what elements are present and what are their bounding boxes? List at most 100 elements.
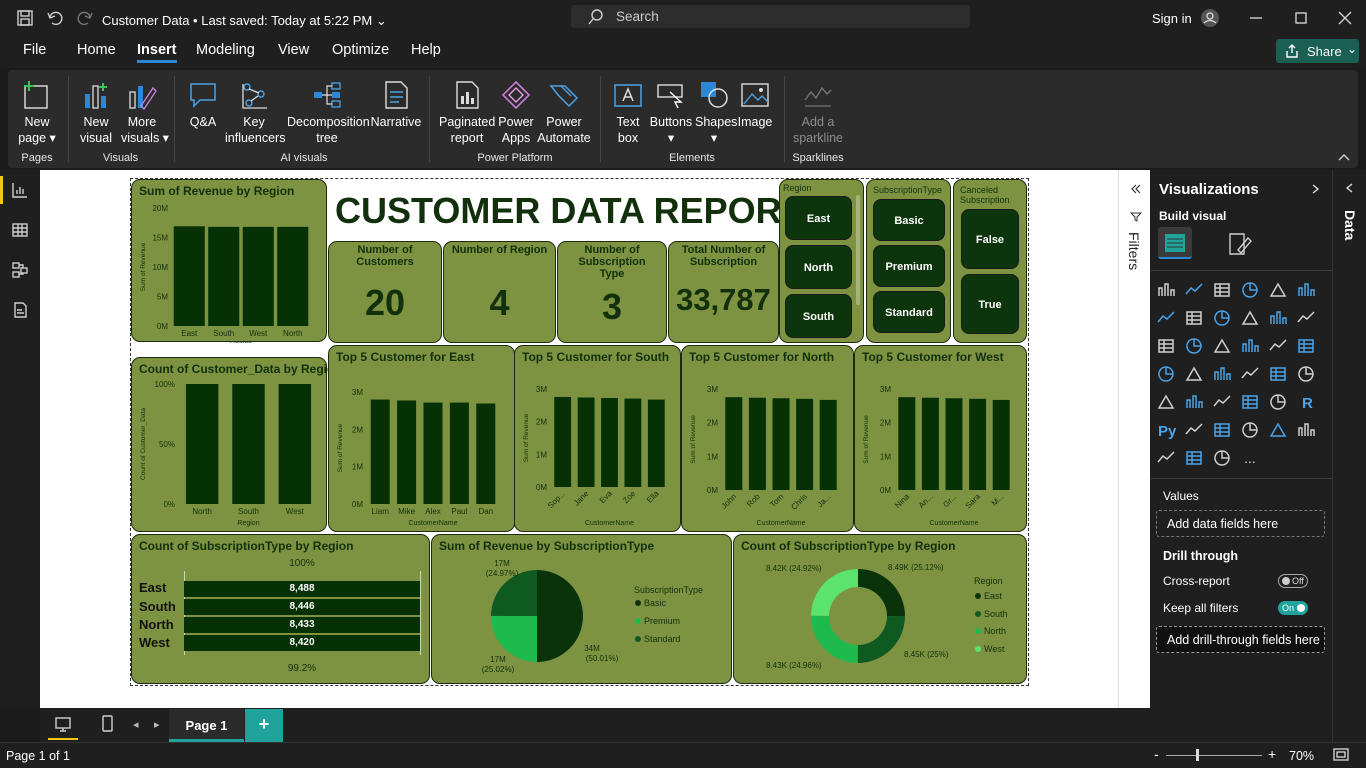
visual-type-icon[interactable] xyxy=(1241,367,1259,379)
visual-type-icon[interactable] xyxy=(1186,451,1202,465)
visual-type-icon[interactable] xyxy=(1242,339,1259,352)
visual-type-icon[interactable] xyxy=(1298,366,1314,382)
bar[interactable] xyxy=(242,226,274,326)
bar[interactable] xyxy=(624,398,642,487)
canceled-subscription-slicer[interactable]: Canceled Subscription False True xyxy=(953,179,1027,343)
share-button[interactable]: Share ⌄ xyxy=(1276,39,1359,63)
image-button[interactable]: Image xyxy=(737,78,773,148)
scroll-left-icon[interactable]: ◂ xyxy=(133,718,139,731)
donut-slice-north[interactable] xyxy=(811,615,858,663)
visual-type-icon[interactable] xyxy=(1186,395,1203,408)
power-automate-button[interactable]: Power Automate xyxy=(537,78,591,148)
filters-label[interactable]: Filters xyxy=(1126,232,1142,270)
zoom-slider-thumb[interactable] xyxy=(1196,749,1199,761)
bar[interactable] xyxy=(898,397,916,490)
slicer-item-standard[interactable]: Standard xyxy=(873,291,945,333)
sign-in-link[interactable]: Sign in xyxy=(1152,11,1192,26)
legend-item[interactable]: South xyxy=(984,609,1008,619)
bar[interactable] xyxy=(992,399,1010,490)
visual-type-icon[interactable] xyxy=(1242,422,1258,438)
buttons-button[interactable]: Buttons ▾ xyxy=(649,78,693,148)
dax-query-view-icon[interactable] xyxy=(11,301,29,319)
pie-slice-basic[interactable] xyxy=(536,570,583,662)
paginated-report-button[interactable]: Paginated report xyxy=(439,78,495,148)
power-apps-button[interactable]: Power Apps xyxy=(497,78,535,148)
slicer-item-premium[interactable]: Premium xyxy=(873,245,945,287)
revenue-by-subscription-card[interactable]: Sum of Revenue by SubscriptionType 17M (… xyxy=(431,534,732,684)
legend-item[interactable]: North xyxy=(984,626,1006,636)
drill-through-field-well[interactable]: Add drill-through fields here xyxy=(1156,626,1325,653)
collapse-ribbon-icon[interactable] xyxy=(1337,150,1351,164)
bar-north[interactable]: 8,433 xyxy=(184,617,420,633)
menu-file[interactable]: File xyxy=(23,42,46,58)
model-view-icon[interactable] xyxy=(11,261,29,279)
top5-west-card[interactable]: Top 5 Customer for West 0M 1M 2M 3M Nina An..… xyxy=(854,345,1027,532)
visual-type-icon[interactable] xyxy=(1269,282,1287,297)
desktop-layout-button[interactable] xyxy=(48,710,78,740)
format-visual-icon[interactable] xyxy=(1226,230,1254,258)
donut-slice-west[interactable] xyxy=(811,569,858,616)
data-pane-label[interactable]: Data xyxy=(1342,210,1358,240)
visual-type-icon[interactable] xyxy=(1157,451,1175,463)
report-view-icon[interactable] xyxy=(11,181,29,199)
more-visuals-button[interactable]: More visuals ▾ xyxy=(121,78,169,148)
donut-slice-east[interactable] xyxy=(858,569,905,617)
maximize-icon[interactable] xyxy=(1292,9,1310,27)
text-box-button[interactable]: Text box xyxy=(611,78,645,148)
menu-insert[interactable]: Insert xyxy=(137,42,177,63)
visual-type-icon[interactable] xyxy=(1269,339,1287,351)
menu-home[interactable]: Home xyxy=(77,42,116,58)
bar-east[interactable]: 8,488 xyxy=(184,581,420,597)
subscription-type-slicer[interactable]: SubscriptionType Basic Premium Standard xyxy=(866,179,951,343)
visual-type-icon[interactable] xyxy=(1158,283,1175,296)
visual-type-icon[interactable] xyxy=(1185,283,1203,295)
bar[interactable] xyxy=(370,399,390,504)
bar[interactable] xyxy=(173,226,205,326)
python-visual-icon[interactable]: Py xyxy=(1158,423,1177,440)
bar[interactable] xyxy=(449,402,469,504)
visual-type-icon[interactable] xyxy=(1242,395,1258,409)
visual-type-icon[interactable] xyxy=(1214,423,1230,437)
kpi-number-of-customers[interactable]: Number of Customers 20 xyxy=(328,241,442,343)
minimize-icon[interactable] xyxy=(1247,9,1265,27)
visual-type-icon[interactable] xyxy=(1270,394,1286,410)
visual-type-icon[interactable] xyxy=(1214,283,1230,297)
visual-type-icon[interactable] xyxy=(1241,310,1259,325)
close-icon[interactable] xyxy=(1336,9,1354,27)
search-box[interactable]: Search xyxy=(571,5,970,28)
bar[interactable] xyxy=(725,397,743,490)
page-tab-1[interactable]: Page 1 xyxy=(169,709,244,742)
bar[interactable] xyxy=(476,403,496,504)
revenue-by-region-card[interactable]: Sum of Revenue by Region 0M 5M 10M 15M 20M Ea… xyxy=(131,179,327,343)
visual-type-icon[interactable] xyxy=(1270,367,1286,381)
zoom-slider[interactable] xyxy=(1166,755,1262,756)
visual-type-icon[interactable] xyxy=(1242,282,1258,298)
bar-west[interactable]: 8,420 xyxy=(184,635,420,651)
visual-type-icon[interactable] xyxy=(1298,283,1315,296)
bar[interactable] xyxy=(748,397,766,490)
bar[interactable] xyxy=(397,400,417,504)
narrative-button[interactable]: Narrative xyxy=(370,78,422,148)
visual-type-icon[interactable] xyxy=(1185,366,1203,381)
expand-data-icon[interactable] xyxy=(1344,182,1356,194)
visual-type-icon[interactable] xyxy=(1213,395,1231,407)
expand-filters-icon[interactable] xyxy=(1128,182,1142,196)
slicer-item-false[interactable]: False xyxy=(961,209,1019,269)
account-icon[interactable] xyxy=(1200,8,1220,28)
bar[interactable] xyxy=(577,397,595,487)
bar[interactable] xyxy=(969,398,987,490)
add-page-button[interactable]: + xyxy=(245,709,283,742)
top5-south-card[interactable]: Top 5 Customer for South 0M 1M 2M 3M Sop... J… xyxy=(514,345,681,532)
slicer-item-basic[interactable]: Basic xyxy=(873,199,945,241)
slicer-scrollbar[interactable] xyxy=(856,195,860,305)
visual-type-icon[interactable] xyxy=(1214,310,1230,326)
visual-type-icon[interactable] xyxy=(1297,311,1315,323)
decomposition-tree-button[interactable]: Decomposition tree xyxy=(287,78,370,148)
bar[interactable] xyxy=(554,396,572,487)
top5-east-card[interactable]: Top 5 Customer for East 0M 1M 2M 3M Liam Mike… xyxy=(328,345,515,532)
slicer-item-east[interactable]: East xyxy=(785,196,852,240)
build-visual-tab[interactable] xyxy=(1158,227,1192,259)
zoom-in-button[interactable]: + xyxy=(1268,746,1276,762)
bar[interactable] xyxy=(232,384,265,504)
data-pane[interactable]: Data xyxy=(1332,170,1366,742)
